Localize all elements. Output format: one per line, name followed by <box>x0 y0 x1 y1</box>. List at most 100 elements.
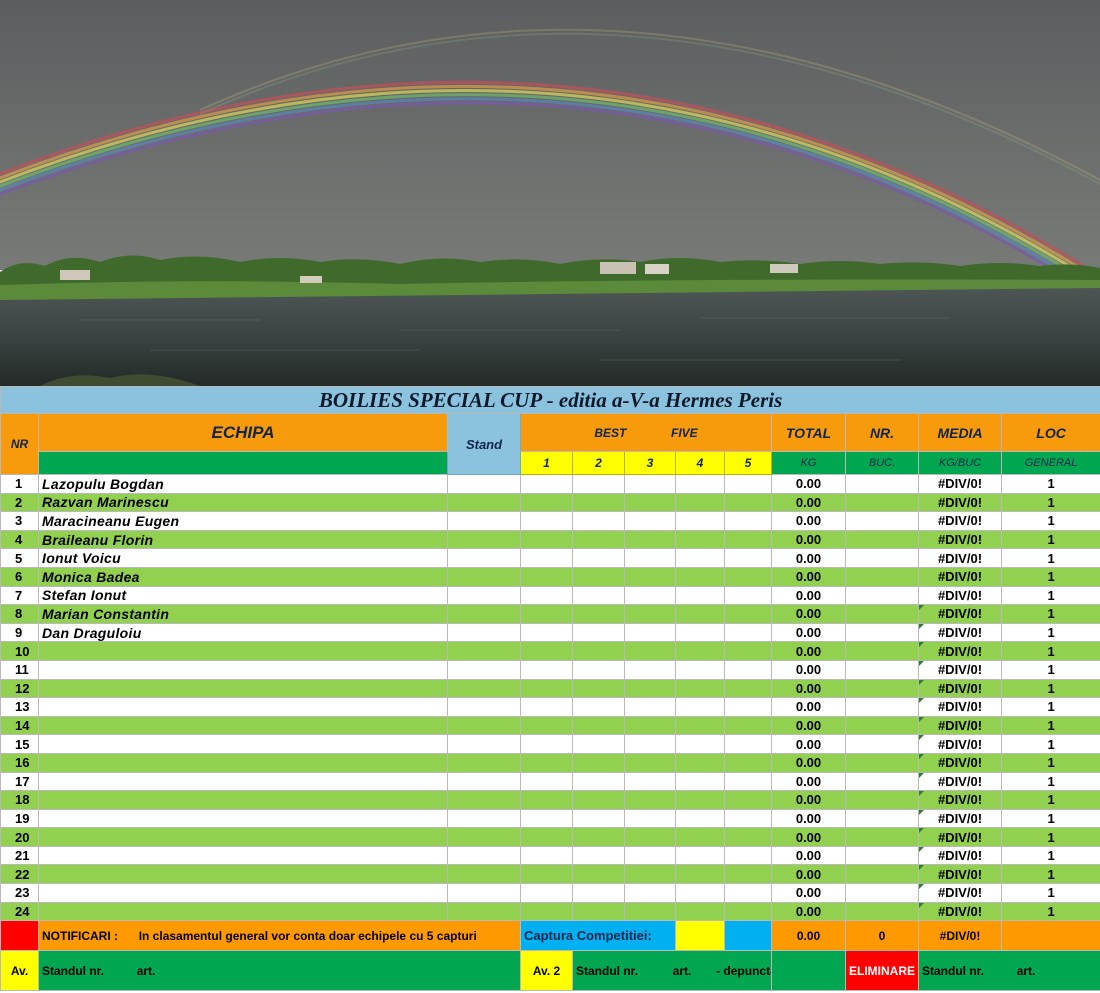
row-catch-2[interactable] <box>572 734 625 754</box>
row-nr[interactable]: 21 <box>0 845 39 866</box>
row-catch-4[interactable] <box>675 734 725 754</box>
row-catch-5[interactable] <box>724 492 772 513</box>
row-loc[interactable]: 1 <box>1000 697 1100 717</box>
row-catch-2[interactable] <box>572 529 625 550</box>
row-catch-5[interactable] <box>724 511 772 531</box>
row-catch-3[interactable] <box>624 808 676 829</box>
row-catch-4[interactable] <box>675 771 725 792</box>
row-nr[interactable]: 1 <box>0 474 39 494</box>
row-catch-2[interactable] <box>572 771 625 792</box>
row-count[interactable] <box>845 492 919 513</box>
row-catch-2[interactable] <box>572 883 625 903</box>
row-catch-5[interactable] <box>724 808 772 829</box>
row-catch-3[interactable] <box>624 659 676 680</box>
row-stand[interactable] <box>447 641 521 661</box>
row-media[interactable]: #DIV/0! <box>918 622 1002 643</box>
row-catch-1[interactable] <box>520 474 573 494</box>
row-stand[interactable] <box>447 827 521 847</box>
row-catch-5[interactable] <box>724 752 772 773</box>
row-catch-3[interactable] <box>624 678 676 699</box>
row-catch-1[interactable] <box>520 752 573 773</box>
row-catch-3[interactable] <box>624 901 676 922</box>
row-total[interactable]: 0.00 <box>771 697 846 717</box>
row-team[interactable] <box>38 659 448 680</box>
row-media[interactable]: #DIV/0! <box>918 864 1002 885</box>
row-total[interactable]: 0.00 <box>771 845 846 866</box>
row-team[interactable] <box>38 641 448 661</box>
row-stand[interactable] <box>447 659 521 680</box>
row-count[interactable] <box>845 585 919 606</box>
row-team[interactable] <box>38 715 448 736</box>
row-team[interactable]: Stefan Ionut <box>38 585 448 606</box>
captura-blue-cell[interactable] <box>724 920 772 952</box>
row-team[interactable] <box>38 808 448 829</box>
row-media[interactable]: #DIV/0! <box>918 548 1002 568</box>
captura-media[interactable]: #DIV/0! <box>918 920 1002 952</box>
row-count[interactable] <box>845 901 919 922</box>
row-media[interactable]: #DIV/0! <box>918 752 1002 773</box>
row-catch-4[interactable] <box>675 883 725 903</box>
row-catch-5[interactable] <box>724 622 772 643</box>
row-catch-2[interactable] <box>572 492 625 513</box>
row-catch-4[interactable] <box>675 697 725 717</box>
row-catch-3[interactable] <box>624 511 676 531</box>
row-catch-3[interactable] <box>624 752 676 773</box>
row-catch-2[interactable] <box>572 511 625 531</box>
row-media[interactable]: #DIV/0! <box>918 641 1002 661</box>
row-media[interactable]: #DIV/0! <box>918 604 1002 624</box>
row-stand[interactable] <box>447 864 521 885</box>
row-catch-5[interactable] <box>724 883 772 903</box>
row-catch-1[interactable] <box>520 864 573 885</box>
notification-cell[interactable]: NOTIFICARI : In clasamentul general vor … <box>38 920 521 952</box>
row-total[interactable]: 0.00 <box>771 790 846 810</box>
row-catch-1[interactable] <box>520 808 573 829</box>
row-count[interactable] <box>845 808 919 829</box>
row-loc[interactable]: 1 <box>1000 845 1100 866</box>
row-loc[interactable]: 1 <box>1000 715 1100 736</box>
row-catch-5[interactable] <box>724 548 772 568</box>
row-loc[interactable]: 1 <box>1000 641 1100 661</box>
row-stand[interactable] <box>447 492 521 513</box>
row-team[interactable] <box>38 771 448 792</box>
captura-yellow-cell[interactable] <box>675 920 725 952</box>
row-team[interactable] <box>38 734 448 754</box>
row-catch-4[interactable] <box>675 641 725 661</box>
row-catch-1[interactable] <box>520 511 573 531</box>
row-stand[interactable] <box>447 808 521 829</box>
row-catch-2[interactable] <box>572 659 625 680</box>
row-nr[interactable]: 14 <box>0 715 39 736</box>
row-team[interactable] <box>38 864 448 885</box>
row-catch-1[interactable] <box>520 492 573 513</box>
row-catch-3[interactable] <box>624 883 676 903</box>
row-count[interactable] <box>845 752 919 773</box>
row-nr[interactable]: 4 <box>0 529 39 550</box>
av2-stand-cell[interactable]: Standul nr. art. - depunctare 5 kg <box>572 950 772 992</box>
row-catch-3[interactable] <box>624 529 676 550</box>
row-stand[interactable] <box>447 845 521 866</box>
row-team[interactable]: Braileanu Florin <box>38 529 448 550</box>
row-catch-1[interactable] <box>520 845 573 866</box>
row-nr[interactable]: 7 <box>0 585 39 606</box>
row-catch-5[interactable] <box>724 715 772 736</box>
row-catch-4[interactable] <box>675 511 725 531</box>
row-catch-3[interactable] <box>624 492 676 513</box>
row-team[interactable] <box>38 678 448 699</box>
row-catch-1[interactable] <box>520 715 573 736</box>
row-catch-3[interactable] <box>624 845 676 866</box>
row-catch-4[interactable] <box>675 566 725 587</box>
row-catch-1[interactable] <box>520 604 573 624</box>
row-count[interactable] <box>845 697 919 717</box>
row-catch-3[interactable] <box>624 790 676 810</box>
row-loc[interactable]: 1 <box>1000 474 1100 494</box>
row-media[interactable]: #DIV/0! <box>918 771 1002 792</box>
row-stand[interactable] <box>447 511 521 531</box>
av2-label[interactable]: Av. 2 <box>520 950 573 992</box>
row-count[interactable] <box>845 511 919 531</box>
row-team[interactable]: Lazopulu Bogdan <box>38 474 448 494</box>
row-catch-4[interactable] <box>675 529 725 550</box>
row-catch-1[interactable] <box>520 883 573 903</box>
row-stand[interactable] <box>447 548 521 568</box>
row-catch-4[interactable] <box>675 845 725 866</box>
row-loc[interactable]: 1 <box>1000 529 1100 550</box>
row-team[interactable] <box>38 883 448 903</box>
